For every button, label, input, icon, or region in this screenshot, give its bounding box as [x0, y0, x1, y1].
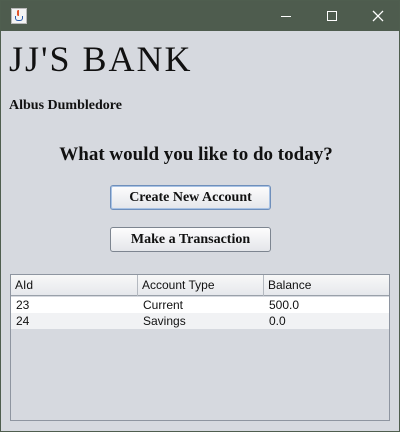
- table-row[interactable]: 24 Savings 0.0: [11, 313, 389, 329]
- bank-title: JJ'S BANK: [9, 39, 193, 79]
- column-header-balance[interactable]: Balance: [264, 275, 389, 296]
- maximize-icon: [327, 11, 337, 21]
- column-header-aid[interactable]: AId: [11, 275, 138, 296]
- table-row[interactable]: 23 Current 500.0: [11, 297, 389, 313]
- java-cup-icon[interactable]: [11, 8, 27, 24]
- close-button[interactable]: [355, 1, 400, 31]
- table-header: AId Account Type Balance: [11, 275, 389, 296]
- cell-balance: 0.0: [269, 314, 286, 328]
- cell-account-type: Savings: [143, 314, 186, 328]
- cell-balance: 500.0: [269, 298, 300, 312]
- prompt-text: What would you like to do today?: [59, 144, 333, 165]
- cell-aid: 24: [16, 314, 30, 328]
- user-name: Albus Dumbledore: [9, 98, 122, 113]
- minimize-button[interactable]: [263, 1, 309, 31]
- table-body: 23 Current 500.0 24 Savings 0.0: [11, 297, 389, 329]
- close-icon: [372, 10, 384, 22]
- maximize-button[interactable]: [309, 1, 355, 31]
- create-new-account-button[interactable]: Create New Account: [110, 185, 271, 210]
- accounts-table[interactable]: AId Account Type Balance 23 Current 500.…: [10, 274, 390, 421]
- cell-aid: 23: [16, 298, 30, 312]
- minimize-icon: [281, 15, 291, 17]
- column-header-account-type[interactable]: Account Type: [138, 275, 264, 296]
- app-window: JJ'S BANK Albus Dumbledore What would yo…: [0, 0, 400, 432]
- title-bar[interactable]: [1, 1, 399, 31]
- cell-account-type: Current: [143, 298, 184, 312]
- make-transaction-button[interactable]: Make a Transaction: [110, 227, 271, 252]
